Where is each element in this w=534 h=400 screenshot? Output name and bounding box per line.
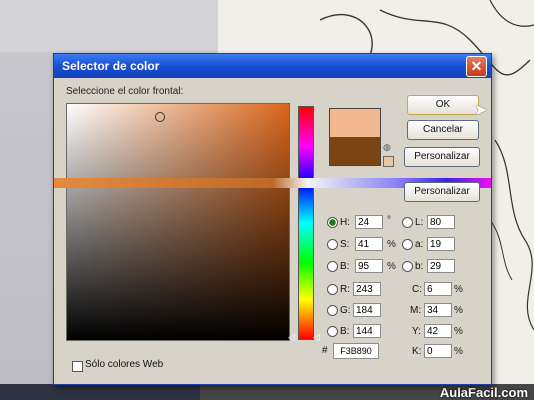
taskbar-tray bbox=[0, 384, 200, 400]
green-radio[interactable]: G: bbox=[327, 305, 351, 316]
hue-slider[interactable] bbox=[298, 106, 314, 340]
blue-label: B: bbox=[340, 326, 350, 338]
saturation-unit: % bbox=[387, 239, 396, 250]
lab-l-radio[interactable]: L: bbox=[402, 217, 423, 228]
custom-button-duplicate[interactable]: Personalizar bbox=[404, 182, 480, 202]
hue-slider-right-arrow-icon[interactable]: ◁ bbox=[313, 332, 320, 343]
gamut-warning-icon[interactable]: ◍ bbox=[383, 142, 391, 153]
cancel-button[interactable]: Cancelar bbox=[407, 120, 479, 140]
magenta-input[interactable]: 34 bbox=[424, 303, 452, 317]
hue-slider-left-arrow-icon[interactable]: ◁ bbox=[288, 332, 295, 343]
brightness-radio-dot[interactable] bbox=[327, 261, 338, 272]
brightness-unit: % bbox=[387, 261, 396, 272]
hue-input[interactable]: 24 bbox=[355, 215, 383, 229]
close-icon[interactable]: ✕ bbox=[466, 56, 487, 77]
saturation-label: S: bbox=[340, 239, 350, 251]
hex-label: # bbox=[322, 345, 328, 356]
lab-l-label: L: bbox=[415, 217, 424, 229]
lab-a-input[interactable]: 19 bbox=[427, 237, 455, 251]
new-color-swatch bbox=[330, 109, 380, 137]
lab-a-radio-dot[interactable] bbox=[402, 239, 413, 250]
saturation-radio[interactable]: S: bbox=[327, 239, 349, 250]
yellow-unit: % bbox=[454, 326, 463, 337]
red-radio-dot[interactable] bbox=[327, 284, 338, 295]
blue-input[interactable]: 144 bbox=[353, 324, 381, 338]
color-cursor[interactable] bbox=[155, 112, 165, 122]
yellow-input[interactable]: 42 bbox=[424, 324, 452, 338]
magenta-unit: % bbox=[454, 305, 463, 316]
green-input[interactable]: 184 bbox=[353, 303, 381, 317]
saturation-brightness-field[interactable] bbox=[66, 103, 290, 341]
blue-radio-dot[interactable] bbox=[327, 326, 338, 337]
red-radio[interactable]: R: bbox=[327, 284, 350, 295]
watermark: AulaFacil.com bbox=[439, 385, 528, 400]
lab-l-radio-dot[interactable] bbox=[402, 217, 413, 228]
cyan-input[interactable]: 6 bbox=[424, 282, 452, 296]
background-panel bbox=[0, 0, 220, 52]
cyan-unit: % bbox=[454, 284, 463, 295]
title-bar[interactable]: Selector de color ✕ bbox=[54, 54, 491, 78]
green-radio-dot[interactable] bbox=[327, 305, 338, 316]
ok-button[interactable]: OK bbox=[407, 95, 479, 115]
black-label: K: bbox=[412, 346, 422, 357]
green-label: G: bbox=[340, 305, 351, 317]
current-color-swatch[interactable] bbox=[330, 137, 380, 165]
black-unit: % bbox=[454, 346, 463, 357]
web-safe-swatch[interactable] bbox=[383, 156, 394, 167]
blue-radio[interactable]: B: bbox=[327, 326, 349, 337]
lab-b-radio[interactable]: b: bbox=[402, 261, 423, 272]
custom-button[interactable]: Personalizar bbox=[404, 147, 480, 167]
color-preview bbox=[329, 108, 381, 166]
red-label: R: bbox=[340, 284, 350, 296]
lab-a-radio[interactable]: a: bbox=[402, 239, 423, 250]
lab-b-label: b: bbox=[415, 261, 424, 273]
hex-input[interactable]: F3B890 bbox=[333, 343, 379, 359]
web-colors-label: Sólo colores Web bbox=[85, 359, 164, 370]
lab-b-radio-dot[interactable] bbox=[402, 261, 413, 272]
prompt-label: Seleccione el color frontal: bbox=[66, 86, 184, 97]
magenta-label: M: bbox=[410, 305, 422, 316]
black-input[interactable]: 0 bbox=[424, 344, 452, 358]
brightness-radio[interactable]: B: bbox=[327, 261, 349, 272]
cyan-label: C: bbox=[412, 284, 422, 295]
brightness-input[interactable]: 95 bbox=[355, 259, 383, 273]
dialog-title: Selector de color bbox=[62, 59, 160, 73]
color-picker-dialog: Selector de color ✕ Seleccione el color … bbox=[53, 53, 492, 385]
web-colors-checkbox[interactable] bbox=[72, 361, 83, 372]
lab-b-input[interactable]: 29 bbox=[427, 259, 455, 273]
hue-radio-dot[interactable] bbox=[327, 217, 338, 228]
hue-unit: ° bbox=[387, 215, 391, 226]
hue-radio[interactable]: H: bbox=[327, 217, 350, 228]
hue-label: H: bbox=[340, 217, 350, 229]
saturation-input[interactable]: 41 bbox=[355, 237, 383, 251]
mouse-pointer-icon: ➤ bbox=[474, 102, 488, 119]
lab-l-input[interactable]: 80 bbox=[427, 215, 455, 229]
red-input[interactable]: 243 bbox=[353, 282, 381, 296]
saturation-radio-dot[interactable] bbox=[327, 239, 338, 250]
yellow-label: Y: bbox=[412, 326, 421, 337]
brightness-label: B: bbox=[340, 261, 350, 273]
lab-a-label: a: bbox=[415, 239, 424, 251]
